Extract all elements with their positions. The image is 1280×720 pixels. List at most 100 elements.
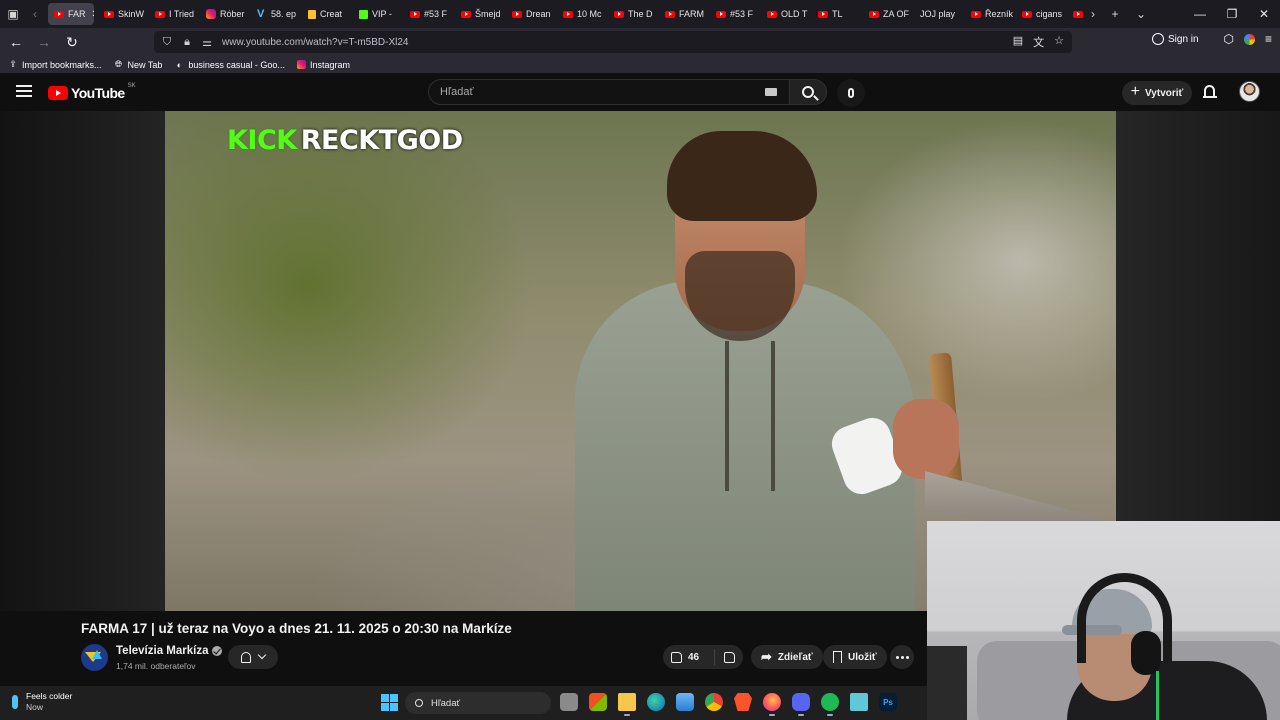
firefox-icon[interactable] (763, 693, 781, 716)
youtube-icon (461, 10, 471, 18)
browser-tab[interactable]: SkinW (98, 3, 149, 25)
bookmark-item[interactable]: ⇪ Import bookmarks... (8, 59, 102, 70)
close-window-icon[interactable]: ✕ (1248, 7, 1280, 21)
create-button[interactable]: + Vytvoriť (1122, 81, 1192, 105)
share-button[interactable]: ➦ Zdieľať (751, 645, 823, 669)
weather-widget[interactable]: Feels colder Now (12, 691, 72, 713)
bookmark-item[interactable]: Instagram (296, 60, 350, 70)
more-actions-button[interactable] (890, 645, 914, 669)
reader-view-icon[interactable]: ▤ (1013, 34, 1023, 50)
bookmark-item[interactable]: 🌐︎ New Tab (114, 59, 163, 70)
bookmark-star-icon[interactable]: ☆ (1054, 34, 1064, 50)
spotify-icon[interactable] (821, 693, 839, 716)
maximize-icon[interactable]: ❐ (1216, 7, 1248, 21)
close-tab-icon[interactable]: ✕ (92, 9, 94, 20)
browser-tab[interactable]: The D (608, 3, 659, 25)
app-menu-icon[interactable]: ≡ (1265, 32, 1272, 46)
channel-avatar[interactable] (81, 644, 108, 671)
channel-name[interactable]: Televízia Markíza (116, 645, 223, 657)
edge-icon[interactable] (647, 693, 665, 711)
list-all-tabs-icon[interactable]: ⌄ (1128, 0, 1154, 28)
bookmark-label: New Tab (127, 59, 163, 70)
reload-icon[interactable]: ↻ (60, 30, 84, 54)
url-bar[interactable]: ⛉ 🔒︎ ⚌ www.youtube.com/watch?v=T-m5BD-Xl… (154, 31, 1072, 53)
share-label: Zdieľať (777, 651, 813, 663)
voice-search-button[interactable] (837, 79, 865, 107)
youtube-icon (869, 10, 879, 18)
search-button[interactable] (789, 79, 827, 105)
create-label: Vytvoriť (1145, 87, 1184, 99)
windows-start-icon[interactable] (381, 694, 398, 711)
youtube-icon (410, 10, 420, 18)
tab-label: OLD T (781, 9, 808, 19)
youtube-logo[interactable]: YouTube SK (48, 83, 136, 101)
browser-tab[interactable]: Róber (200, 3, 251, 25)
menu-icon[interactable] (16, 85, 32, 97)
browser-tab[interactable]: #53 F (710, 3, 761, 25)
keyboard-icon[interactable] (765, 88, 777, 96)
taskbar-apps: Ps (560, 693, 897, 716)
url-text[interactable]: www.youtube.com/watch?v=T-m5BD-Xl24 (222, 37, 408, 48)
discord-icon[interactable] (792, 693, 810, 716)
browser-tab[interactable]: 10 Mc (557, 3, 608, 25)
google-icon: ◐ (176, 59, 183, 70)
ms-store-icon[interactable] (589, 693, 607, 711)
photos-icon[interactable] (676, 693, 694, 711)
tab-label: JOJ play (920, 9, 956, 19)
forward-icon[interactable]: → (32, 30, 56, 54)
like-button[interactable]: 46 (663, 649, 715, 665)
youtube-icon (512, 10, 522, 18)
browser-tab[interactable]: JOJ play (914, 3, 965, 25)
youtube-logo-text: YouTube (71, 85, 125, 101)
browser-tab[interactable]: FAR ✕ (48, 3, 94, 25)
profile-color-icon[interactable] (1243, 34, 1255, 45)
chrome-icon[interactable] (705, 693, 723, 711)
save-button[interactable]: Uložiť (823, 645, 887, 669)
browser-tab[interactable]: Creat (302, 3, 353, 25)
browser-tab[interactable]: TL (812, 3, 863, 25)
browser-tab[interactable]: Řezník (965, 3, 1016, 25)
scroll-tabs-left-icon[interactable]: ‹ (26, 0, 44, 28)
subscription-notifications-button[interactable] (228, 645, 278, 669)
sign-in-button[interactable]: Sign in (1152, 33, 1199, 45)
extensions-icon[interactable]: ⬡ (1224, 32, 1234, 46)
page-permissions-icon[interactable]: ⚌ (200, 36, 214, 49)
file-explorer-icon[interactable] (618, 693, 636, 716)
browser-tab[interactable]: OLD T (761, 3, 812, 25)
browser-tab[interactable]: Drean (506, 3, 557, 25)
notepad-icon[interactable] (850, 693, 868, 711)
shield-icon[interactable]: ⛉ (160, 36, 174, 49)
tab-label: VIP - (372, 9, 392, 19)
task-view-icon[interactable] (560, 693, 578, 711)
bookmark-item[interactable]: ◐ business casual - Goo... (174, 60, 285, 70)
navigation-bar: ← → ↻ ⛉ 🔒︎ ⚌ www.youtube.com/watch?v=T-m… (0, 28, 1280, 56)
translate-icon[interactable]: 文 (1033, 34, 1044, 50)
minimize-icon[interactable]: — (1184, 7, 1216, 21)
browser-tab[interactable]: ZA OF (863, 3, 914, 25)
back-icon[interactable]: ← (4, 30, 28, 54)
dislike-button[interactable] (715, 651, 743, 663)
tab-label: #53 F (730, 9, 754, 19)
notifications-icon[interactable] (1203, 85, 1217, 99)
browser-tab[interactable]: Šmejd (455, 3, 506, 25)
browser-tab[interactable]: V 58. ep (251, 3, 302, 25)
browser-tab[interactable]: cc (1067, 3, 1084, 25)
taskbar-search[interactable]: Hľadať (405, 692, 551, 714)
browser-tab[interactable]: I Tried (149, 3, 200, 25)
new-tab-icon[interactable]: + (1102, 0, 1128, 28)
photoshop-icon[interactable]: Ps (879, 693, 897, 711)
youtube-icon (971, 10, 981, 18)
tab-list-icon[interactable]: ▣ (0, 0, 26, 28)
bookmark-label: Import bookmarks... (22, 59, 102, 70)
scroll-tabs-right-icon[interactable]: › (1084, 0, 1102, 28)
browser-tab[interactable]: cigans (1016, 3, 1067, 25)
browser-tab[interactable]: FARM (659, 3, 710, 25)
browser-tab[interactable]: VIP - (353, 3, 404, 25)
import-icon: ⇪ (9, 59, 17, 69)
brave-icon[interactable] (734, 693, 752, 711)
tab-label: #53 F (424, 9, 448, 19)
avatar[interactable] (1239, 81, 1260, 102)
browser-tab[interactable]: #53 F (404, 3, 455, 25)
lock-icon[interactable]: 🔒︎ (180, 36, 194, 49)
search-input[interactable]: Hľadať (428, 79, 790, 105)
